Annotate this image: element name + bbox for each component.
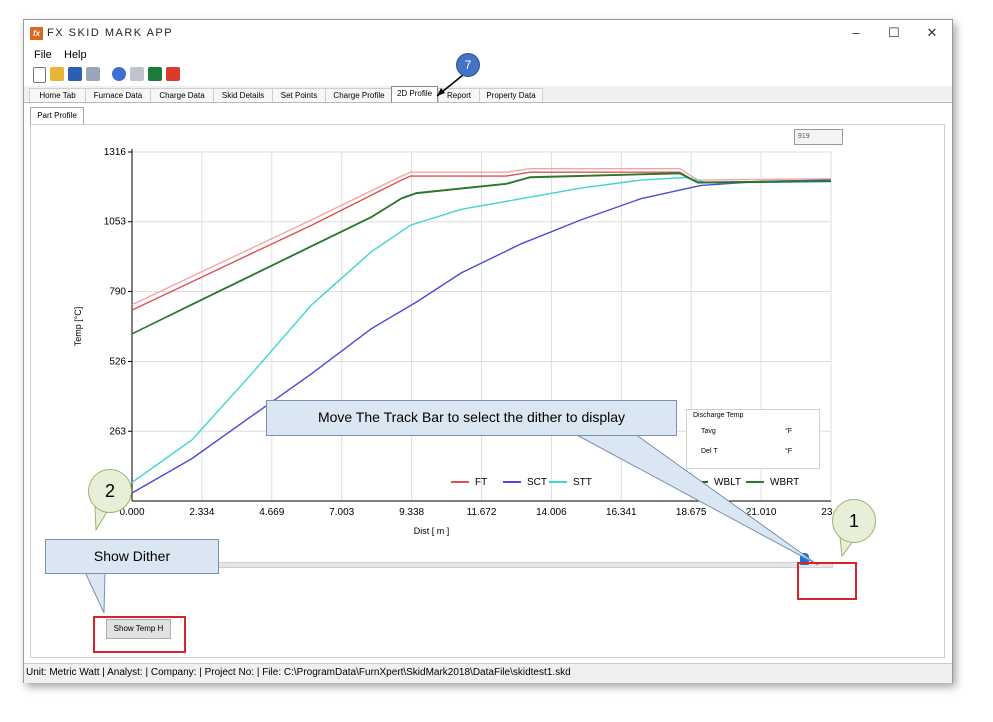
- y-tick-label: 1053: [104, 217, 127, 228]
- legend-label: FT: [475, 477, 487, 488]
- tavg-unit: °F: [785, 428, 793, 435]
- status-bar: Unit: Metric Watt | Analyst: | Company: …: [24, 663, 952, 683]
- value-box: 919: [794, 129, 843, 145]
- menu-help[interactable]: Help: [64, 49, 87, 61]
- y-axis-label: Temp [°C]: [73, 307, 83, 347]
- x-tick-label: 4.669: [259, 507, 284, 518]
- discharge-temp-title: Discharge Temp: [693, 412, 744, 419]
- tab-furnace-data[interactable]: Furnace Data: [85, 88, 151, 103]
- annotation-bubble-2: 2: [88, 469, 132, 513]
- x-tick-label: 16.341: [606, 507, 637, 518]
- annotation-bubble-1: 1: [832, 499, 876, 543]
- save-icon[interactable]: [68, 67, 82, 81]
- print-icon[interactable]: [86, 67, 100, 81]
- x-tick-label: 21.010: [746, 507, 777, 518]
- tab-2d-profile[interactable]: 2D Profile: [391, 86, 438, 103]
- tab-property-data[interactable]: Property Data: [479, 88, 543, 103]
- y-tick-label: 790: [109, 286, 126, 297]
- delt-label: Del T: [701, 448, 718, 455]
- y-tick-label: 263: [109, 426, 126, 437]
- minimize-button[interactable]: –: [842, 23, 870, 43]
- y-tick-label: 1316: [104, 147, 127, 158]
- new-file-icon[interactable]: [33, 67, 46, 83]
- close-button[interactable]: ✕: [918, 23, 946, 43]
- delt-unit: °F: [785, 448, 793, 455]
- main-tabs: Home Tab Furnace Data Charge Data Skid D…: [24, 86, 952, 103]
- legend-label: SCT: [527, 477, 547, 488]
- annotation-bubble-7: 7: [456, 53, 480, 77]
- toolbar: [24, 64, 952, 86]
- title-bar: fx FX SKID MARK APP – ☐ ✕: [24, 20, 952, 47]
- x-tick-label: 14.006: [536, 507, 567, 518]
- app-logo-icon: fx: [30, 27, 43, 40]
- tab-charge-data[interactable]: Charge Data: [150, 88, 214, 103]
- x-tick-label: 11.672: [467, 507, 497, 518]
- x-tick-label: 0.000: [119, 507, 144, 518]
- x-axis-label: Dist [ m ]: [414, 526, 450, 536]
- help-icon[interactable]: [112, 67, 126, 81]
- maximize-button[interactable]: ☐: [880, 23, 908, 43]
- tab-home[interactable]: Home Tab: [29, 88, 86, 103]
- callout-trackbar: Move The Track Bar to select the dither …: [266, 400, 677, 436]
- x-tick-label: 7.003: [329, 507, 354, 518]
- menu-file[interactable]: File: [34, 49, 52, 61]
- excel-icon[interactable]: [148, 67, 162, 81]
- report-icon[interactable]: [130, 67, 144, 81]
- tab-report[interactable]: Report: [438, 88, 480, 103]
- legend-label: WBLT: [714, 477, 741, 488]
- menu-bar: File Help: [24, 47, 952, 64]
- legend-label: STT: [573, 477, 592, 488]
- tab-set-points[interactable]: Set Points: [272, 88, 326, 103]
- discharge-temp-box: Discharge Temp Tavg °F Del T °F: [686, 409, 820, 469]
- tab-skid-details[interactable]: Skid Details: [213, 88, 273, 103]
- tab-charge-profile[interactable]: Charge Profile: [325, 88, 393, 103]
- y-tick-label: 526: [109, 357, 126, 368]
- highlight-trackbar-thumb: [797, 562, 857, 600]
- x-tick-label: 18.675: [676, 507, 707, 518]
- window-title: FX SKID MARK APP: [47, 27, 174, 39]
- x-tick-label: 9.338: [399, 507, 424, 518]
- tavg-label: Tavg: [701, 428, 716, 435]
- open-folder-icon[interactable]: [50, 67, 64, 81]
- callout-dither: Show Dither: [45, 539, 219, 574]
- status-text: Unit: Metric Watt | Analyst: | Company: …: [26, 667, 571, 678]
- highlight-show-temp-button: [93, 616, 186, 653]
- legend-label: WBRT: [770, 477, 799, 488]
- x-tick-label: 2.334: [189, 507, 214, 518]
- subtab-part-profile[interactable]: Part Profile: [30, 107, 84, 124]
- pdf-icon[interactable]: [166, 67, 180, 81]
